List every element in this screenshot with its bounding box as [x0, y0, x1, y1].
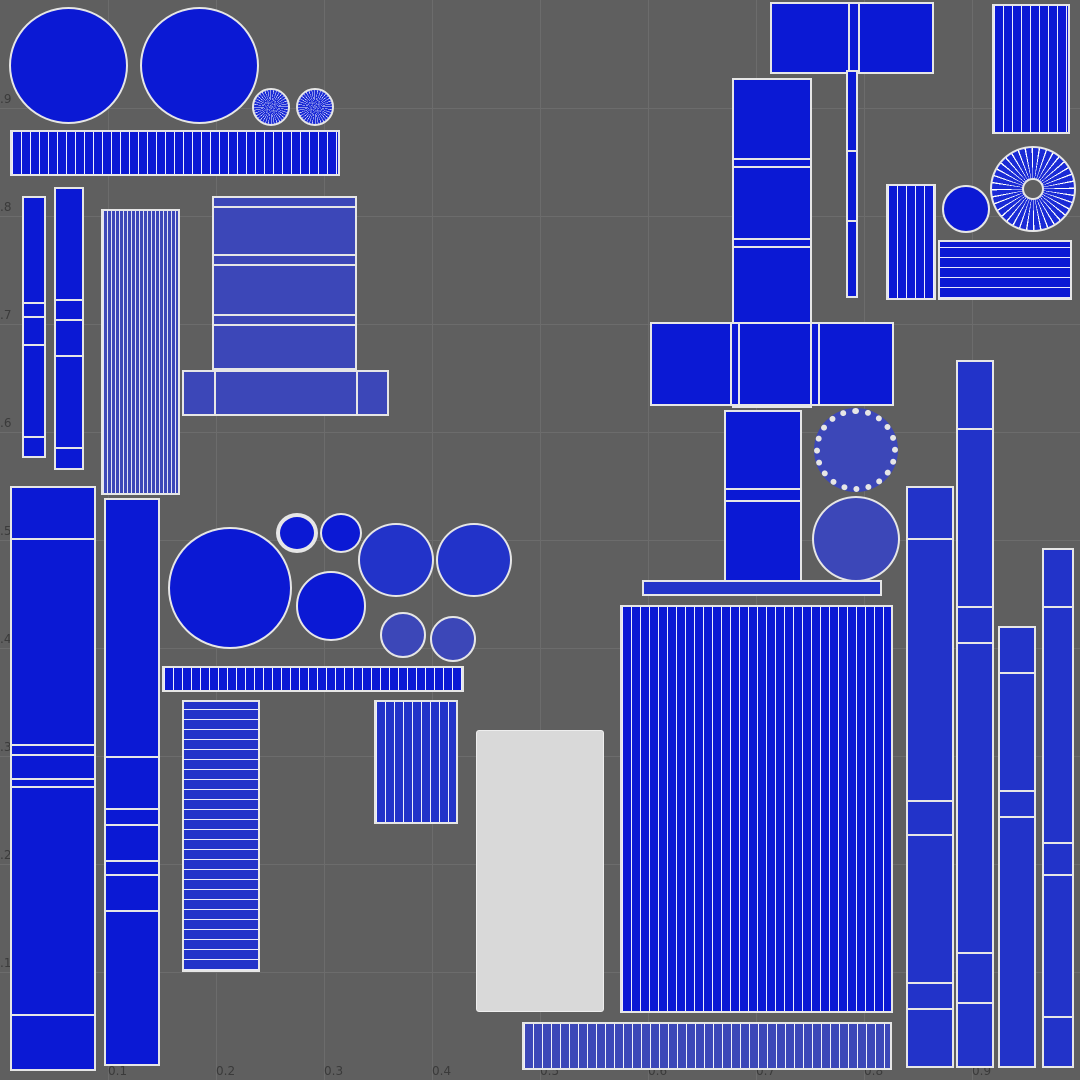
u-tick-label: 0.3 — [324, 1064, 344, 1078]
uv-shell-slats[interactable] — [992, 4, 1070, 134]
uv-shell-slats[interactable] — [182, 700, 260, 972]
uv-shell-tall[interactable] — [104, 498, 160, 1066]
uv-shell-box[interactable] — [724, 410, 802, 586]
uv-shell-fan[interactable] — [296, 88, 334, 126]
uv-shell-cylinder[interactable] — [101, 209, 180, 495]
uv-shell-base[interactable] — [182, 370, 389, 416]
uv-shell-fan[interactable] — [990, 146, 1076, 232]
uv-shell-slats[interactable] — [938, 240, 1072, 300]
uv-shell-tall[interactable] — [1042, 548, 1074, 1068]
v-tick-label: .6 — [0, 416, 12, 430]
uv-shell-strip[interactable] — [162, 666, 464, 692]
uv-shell-fan[interactable] — [252, 88, 290, 126]
uv-editor-canvas[interactable]: 0.1 0.2 0.3 0.4 0.5 0.6 0.7 0.8 0.9 .9 .… — [0, 0, 1080, 1080]
uv-shell-disc[interactable] — [436, 523, 512, 597]
uv-shell-column[interactable] — [54, 187, 84, 470]
uv-shell-disc[interactable] — [430, 616, 476, 662]
uv-shell-disc[interactable] — [358, 523, 434, 597]
uv-shell-tall[interactable] — [998, 626, 1036, 1068]
u-tick-label: 0.2 — [216, 1064, 236, 1078]
uv-shell-disc[interactable] — [296, 571, 366, 641]
v-tick-label: .9 — [0, 92, 12, 106]
uv-shell-slats[interactable] — [886, 184, 936, 300]
uv-shell-disc[interactable] — [140, 7, 259, 124]
uv-shell-strip[interactable] — [522, 1022, 892, 1070]
uv-shell-disc[interactable] — [168, 527, 292, 649]
uv-shell-cylinder-large[interactable] — [620, 605, 893, 1013]
uv-shell-cross-horizontal[interactable] — [650, 322, 894, 406]
uv-shell-disc[interactable] — [380, 612, 426, 658]
v-tick-label: .7 — [0, 308, 12, 322]
uv-shell-tall[interactable] — [956, 360, 994, 1068]
u-tick-label: 0.1 — [108, 1064, 128, 1078]
uv-shell-flap[interactable] — [770, 2, 934, 74]
uv-shell-disc[interactable] — [812, 496, 900, 582]
uv-shell-base[interactable] — [642, 580, 882, 596]
uv-shell-unmapped[interactable] — [476, 730, 604, 1012]
v-tick-label: .8 — [0, 200, 12, 214]
uv-shell-disc[interactable] — [942, 185, 990, 233]
uv-shell-ring[interactable] — [276, 513, 318, 553]
uv-shell-strip[interactable] — [10, 130, 340, 176]
uv-shell-cylinder[interactable] — [374, 700, 458, 824]
uv-shell-disc[interactable] — [320, 513, 362, 553]
uv-shell-column[interactable] — [22, 196, 46, 458]
uv-shell-tall[interactable] — [906, 486, 954, 1068]
uv-shell-disc[interactable] — [9, 7, 128, 124]
uv-shell-pin[interactable] — [846, 70, 858, 298]
uv-shell-ring[interactable] — [814, 408, 898, 492]
uv-shell-tall[interactable] — [10, 486, 96, 1071]
u-tick-label: 0.4 — [432, 1064, 452, 1078]
